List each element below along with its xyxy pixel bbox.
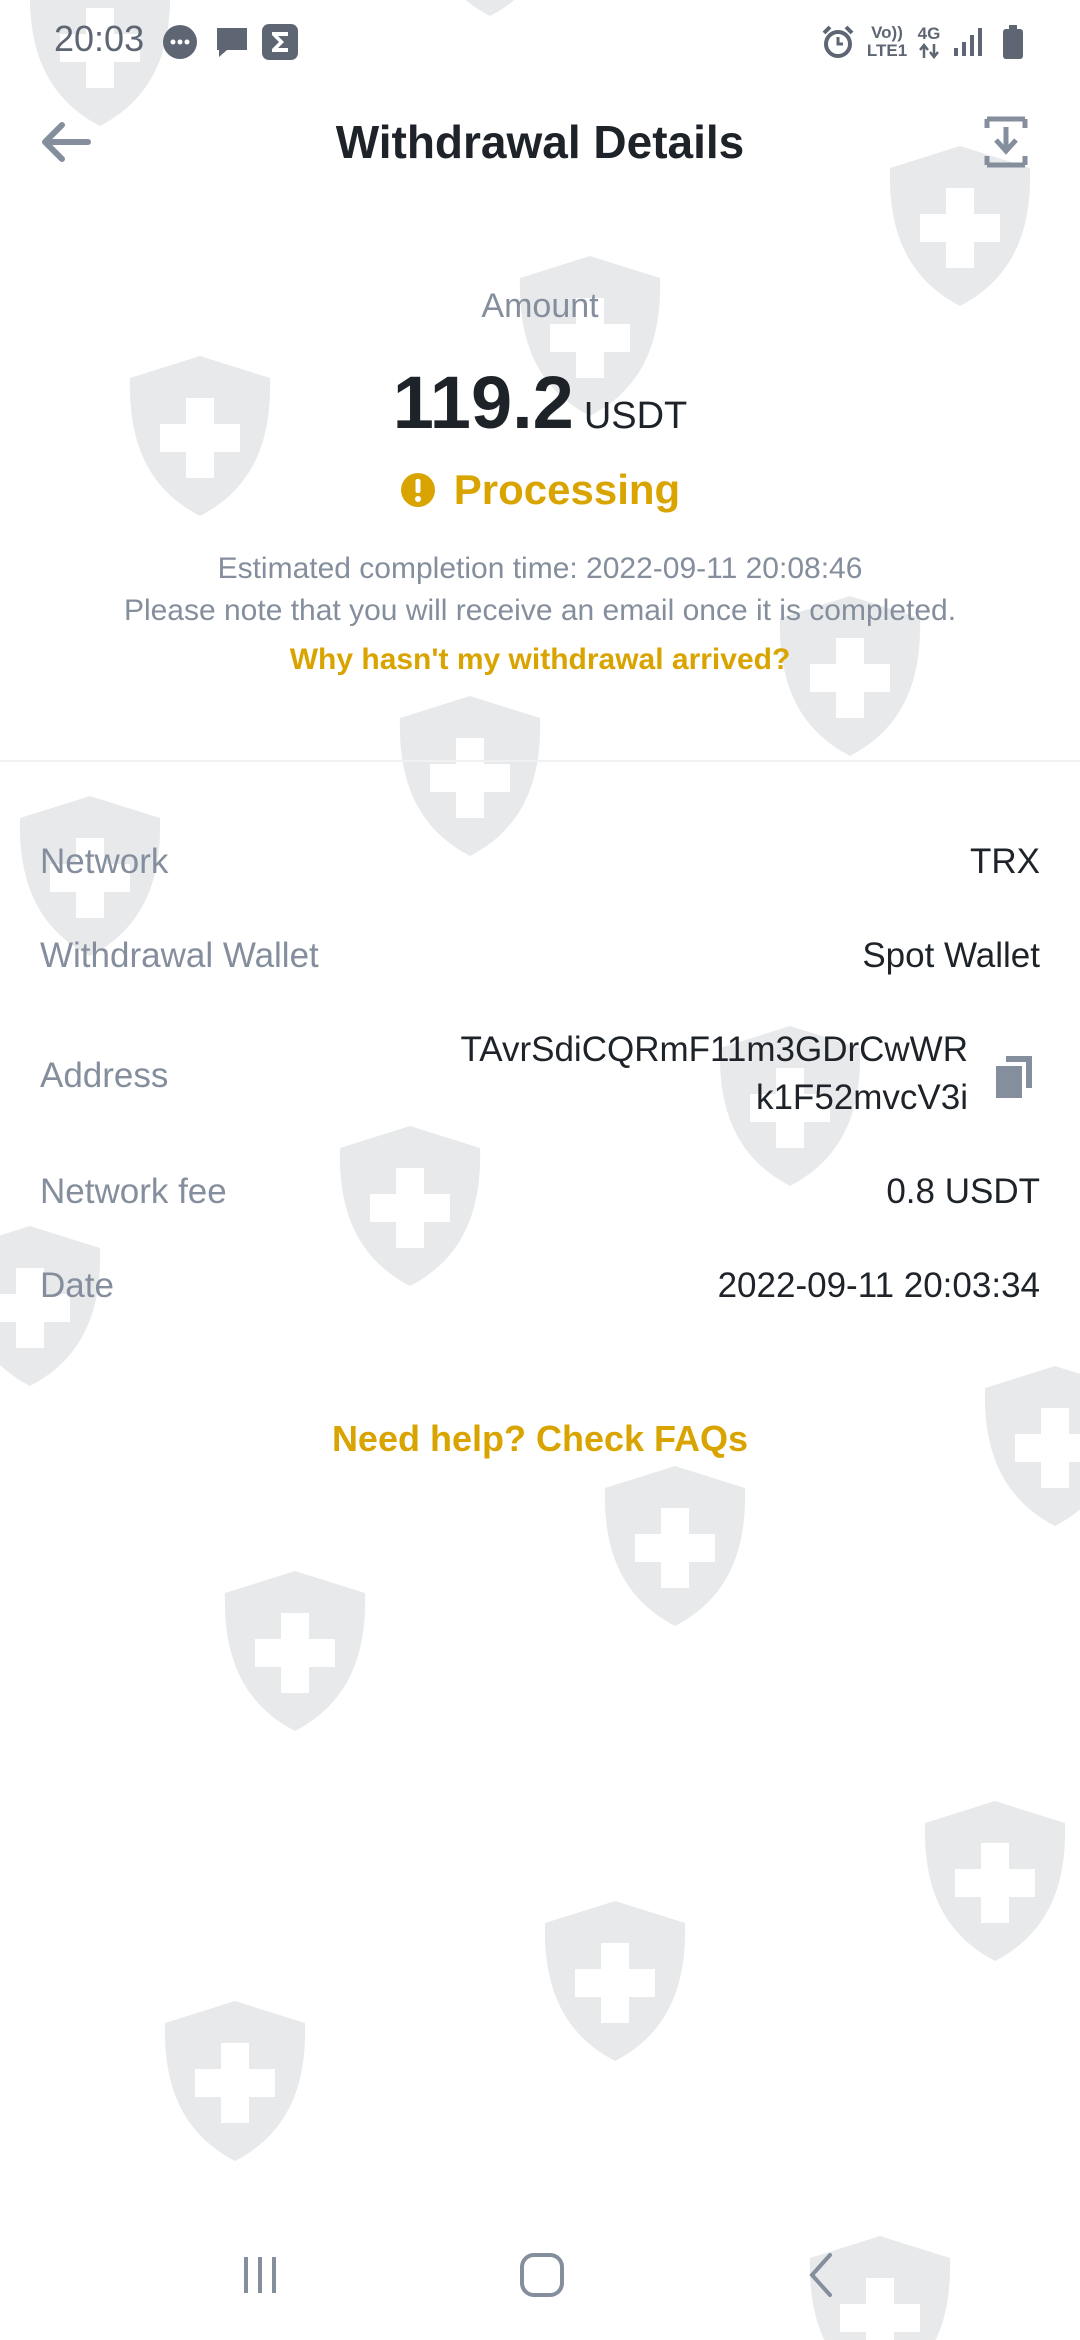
recent-apps-icon: [244, 2257, 276, 2293]
address-line-2: k1F52mvcV3i: [755, 1078, 968, 1117]
divider: [0, 760, 1080, 762]
message-icon: [210, 20, 254, 64]
volte-indicator: Vo)) LTE1: [866, 23, 908, 60]
address-line-1: TAvrSdiCQRmF11m3GDrCwWR: [460, 1030, 968, 1069]
chevron-left-icon: [809, 2253, 832, 2297]
status-indicator: Processing: [0, 466, 1080, 514]
download-icon: [984, 116, 1028, 168]
fee-value: 0.8 USDT: [886, 1172, 1040, 1211]
alarm-icon: [818, 20, 858, 64]
screen: 20:03 Vo)) LTE1 4G Withdrawal Details Am…: [0, 0, 1080, 2340]
wallet-label: Withdrawal Wallet: [40, 936, 319, 975]
wallet-value: Spot Wallet: [862, 936, 1040, 975]
email-note-text: Please note that you will receive an ema…: [123, 594, 957, 627]
sigma-app-icon: [258, 20, 302, 64]
copy-icon: [996, 1056, 1032, 1098]
fee-label: Network fee: [40, 1172, 227, 1211]
nav-back-button[interactable]: [762, 2240, 882, 2310]
amount-display: 119.2 USDT: [0, 360, 1080, 445]
date-value: 2022-09-11 20:03:34: [717, 1266, 1040, 1305]
copy-address-button[interactable]: [992, 1052, 1036, 1100]
address-label: Address: [40, 1056, 169, 1095]
amount-unit: USDT: [583, 395, 688, 437]
estimated-completion-text: Estimated completion time: 2022-09-11 20…: [217, 552, 863, 585]
data-arrows-icon: [919, 43, 939, 59]
detail-row-date: Date 2022-09-11 20:03:34: [40, 1266, 1040, 1316]
network-value: TRX: [970, 842, 1040, 881]
detail-row-address: Address TAvrSdiCQRmF11m3GDrCwWR k1F52mvc…: [40, 1026, 1040, 1126]
amount-value: 119.2: [392, 361, 574, 444]
why-not-arrived-link[interactable]: Why hasn't my withdrawal arrived?: [0, 643, 1080, 677]
signal-icon: [950, 20, 986, 64]
network-label: Network: [40, 842, 169, 881]
faq-link[interactable]: Need help? Check FAQs: [0, 1418, 1080, 1460]
detail-row-fee: Network fee 0.8 USDT: [40, 1172, 1040, 1222]
download-button[interactable]: [976, 110, 1036, 174]
page-title: Withdrawal Details: [335, 116, 745, 168]
address-value: TAvrSdiCQRmF11m3GDrCwWR k1F52mvcV3i: [460, 1026, 968, 1122]
mobile-data-indicator: 4G: [914, 20, 944, 64]
status-bar: 20:03 Vo)) LTE1 4G: [0, 0, 1080, 84]
date-label: Date: [40, 1266, 114, 1305]
status-time: 20:03: [54, 18, 145, 59]
status-text: Processing: [453, 466, 681, 513]
recent-apps-button[interactable]: [200, 2240, 320, 2310]
home-button[interactable]: [482, 2240, 602, 2310]
amount-label: Amount: [481, 287, 599, 325]
detail-row-wallet: Withdrawal Wallet Spot Wallet: [40, 936, 1040, 986]
battery-icon: [996, 20, 1030, 64]
exclamation-circle-icon: [400, 473, 435, 507]
detail-row-network: Network TRX: [40, 842, 1040, 892]
chat-bubble-icon: [158, 20, 202, 64]
home-icon: [520, 2253, 564, 2297]
